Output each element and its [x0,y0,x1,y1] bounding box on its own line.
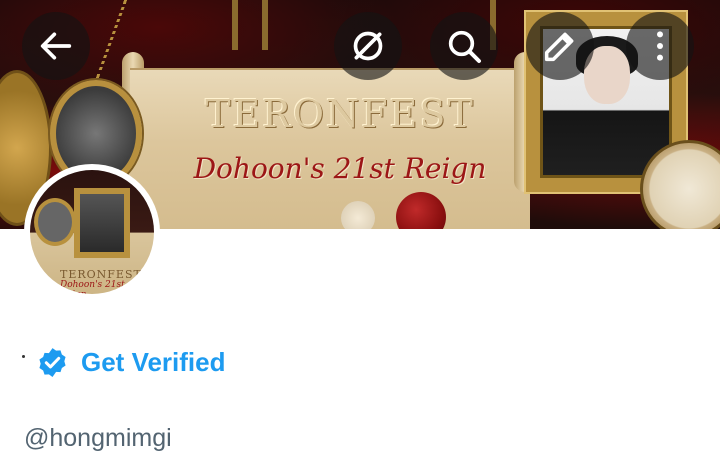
grok-button[interactable] [334,12,402,80]
search-icon [448,30,481,63]
get-verified-label: Get Verified [81,347,226,377]
avatar-image: TERONFEST Dohoon's 21st Reign [30,170,154,294]
get-verified-button[interactable]: Get Verified [36,346,226,379]
search-button[interactable] [430,12,498,80]
profile-avatar[interactable]: TERONFEST Dohoon's 21st Reign [24,164,160,300]
grok-icon [353,31,383,61]
stray-mark [22,355,25,358]
banner-subtitle: Dohoon's 21st Reign [193,152,487,185]
avatar-frame [74,188,130,258]
banner-title: TERONFEST [205,92,475,136]
more-vertical-icon [657,31,663,61]
profile-handle: @hongmimgi [24,424,172,452]
verified-badge-icon [39,348,66,377]
edit-profile-button[interactable] [526,12,594,80]
back-arrow-icon [40,32,72,60]
back-button[interactable] [22,12,90,80]
avatar-subtitle: Dohoon's 21st Reign [60,280,125,294]
avatar-locket [34,198,76,246]
banner-seal-d [341,201,375,229]
banner-candle [232,0,238,50]
banner-candle [262,0,268,50]
more-options-button[interactable] [626,12,694,80]
edit-icon [544,32,574,62]
